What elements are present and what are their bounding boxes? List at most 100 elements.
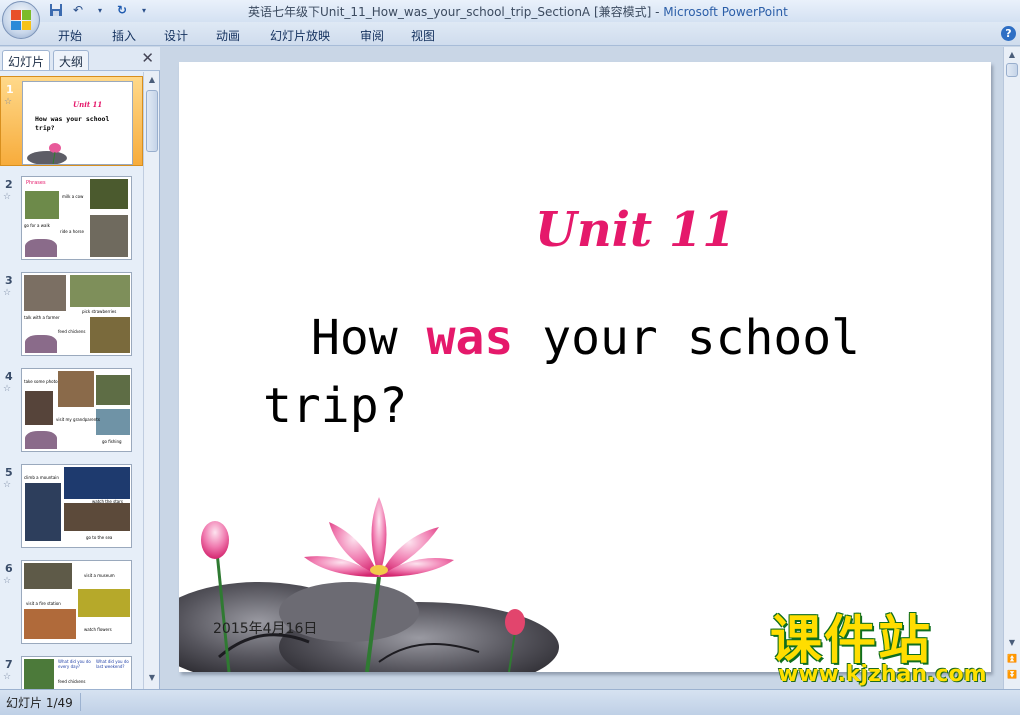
thumb-photo [58,371,94,407]
watermark-url: www.kjzhan.com [778,662,987,687]
tab-insert[interactable]: 插入 [112,27,136,44]
slide-thumbnail-6[interactable]: 6 ☆ visit a museum visit a fire station … [0,556,143,646]
tab-home[interactable]: 开始 [58,27,82,44]
tab-animations[interactable]: 动画 [216,27,240,44]
slide-thumbnail-3[interactable]: 3 ☆ talk with a farmer pick strawberries… [0,268,143,358]
thumb-photo [90,179,128,209]
thumb-label: climb a mountain [24,475,59,480]
slide-title[interactable]: How was your school trip? [263,304,883,440]
previous-slide-icon[interactable]: ⏫ [1006,653,1018,665]
unit-title[interactable]: Unit 11 [535,202,736,258]
thumb-label: go fishing [102,439,122,444]
thumb-lotus-image [25,239,57,257]
thumbnail-preview: climb a mountain watch the stars go to t… [21,464,132,548]
title-highlight-word: was [426,310,514,366]
thumb-photo [96,375,130,405]
office-button[interactable] [2,1,40,39]
slide-thumbnail-2[interactable]: 2 ☆ Phrases milk a cow go for a walk rid… [0,172,143,262]
slide-thumbnail-4[interactable]: 4 ☆ take some photos visit my grandparen… [0,364,143,454]
thumbnail-preview: take some photos visit my grandparents g… [21,368,132,452]
date-text[interactable]: 2015年4月16日 [213,618,317,638]
thumb-photo [90,215,128,257]
thumb-label: visit my grandparents [56,417,100,422]
document-name: 英语七年级下Unit_11_How_was_your_school_trip_S… [248,5,664,19]
slide-number: 3 [5,274,13,287]
thumbnail-preview: talk with a farmer pick strawberries fee… [21,272,132,356]
save-icon[interactable] [48,2,64,18]
animation-star-icon: ☆ [3,576,12,586]
thumb-label: watch the stars [92,499,123,504]
thumb-label: talk with a farmer [24,315,60,320]
animation-star-icon: ☆ [3,480,12,490]
slide-thumbnail-1[interactable]: 1 ☆ Unit 11 How was your school trip? [0,76,143,166]
thumbnail-preview: visit a museum visit a fire station watc… [21,560,132,644]
thumb-label: What did you do every day? [58,659,91,669]
slide-thumbnail-5[interactable]: 5 ☆ climb a mountain watch the stars go … [0,460,143,550]
slide-number: 2 [5,178,13,191]
thumb-photo [24,563,72,589]
redo-icon[interactable]: ↻ [114,2,130,18]
slide-scrollbar[interactable]: ▲ ▼ ⏫ ⏬ [1003,47,1020,689]
thumb-label: go to the sea [86,535,113,540]
tab-slides[interactable]: 幻灯片 [2,50,51,70]
thumb-label: feed chickens [58,679,86,684]
thumb-heading: Phrases [26,180,46,186]
animation-star-icon: ☆ [3,384,12,394]
scroll-down-icon[interactable]: ▼ [1006,637,1018,649]
lotus-illustration [179,497,559,672]
thumb-subtitle: How was your school trip? [35,115,110,132]
animation-star-icon: ☆ [4,97,13,107]
title-text-part: trip? [263,378,408,434]
help-icon[interactable]: ? [1001,26,1016,41]
thumb-photo [96,409,130,435]
thumb-photo [25,483,61,541]
scroll-up-icon[interactable]: ▲ [146,74,158,86]
pane-tab-bar: 幻灯片 大纲 ✕ [0,47,160,71]
thumb-photo [24,609,76,639]
thumb-label: go for a walk [24,223,50,228]
thumbnail-preview: Phrases milk a cow go for a walk ride a … [21,176,132,260]
application-name: Microsoft PowerPoint [663,5,788,19]
title-bar: ↶ ▾ ↻ ▾ 英语七年级下Unit_11_How_was_your_schoo… [0,0,1020,39]
thumb-photo [25,191,59,219]
slide-number: 1 [6,83,14,96]
status-divider [80,693,81,711]
tab-design[interactable]: 设计 [164,27,188,44]
slide-thumbnail-7[interactable]: 7 ☆ What did you do every day? What did … [0,652,143,689]
scrollbar-thumb[interactable] [146,90,158,152]
thumbnail-list: 1 ☆ Unit 11 How was your school trip? 2 … [0,72,143,689]
thumb-label: visit a fire station [26,601,61,606]
thumb-label: take some photos [24,379,60,384]
thumb-photo [70,275,130,307]
animation-star-icon: ☆ [3,192,12,202]
tab-view[interactable]: 视图 [411,27,435,44]
close-pane-icon[interactable]: ✕ [141,49,154,67]
tab-review[interactable]: 审阅 [360,27,384,44]
thumb-photo [64,503,130,531]
undo-dropdown-icon[interactable]: ▾ [92,2,108,18]
slide-number: 6 [5,562,13,575]
thumbnail-scrollbar[interactable]: ▲ ▼ [143,72,159,689]
thumb-photo [24,659,54,689]
thumb-photo [25,391,53,425]
slide-canvas[interactable]: Unit 11 How was your school trip? 2015年4… [179,62,991,672]
thumbnail-preview: What did you do every day? What did you … [21,656,132,689]
undo-icon[interactable]: ↶ [70,2,86,18]
thumb-label: feed chickens [58,329,86,334]
scroll-up-icon[interactable]: ▲ [1006,49,1018,61]
thumb-photo [78,589,130,617]
customize-toolbar-icon[interactable]: ▾ [136,2,152,18]
scroll-down-icon[interactable]: ▼ [146,672,158,684]
thumb-lotus-image [25,431,57,449]
status-bar: 幻灯片 1/49 [0,689,1020,715]
thumb-photo [64,467,130,499]
scrollbar-thumb[interactable] [1006,63,1018,77]
thumb-label: milk a cow [62,194,84,199]
thumb-photo [90,317,130,353]
thumb-label: watch flowers [84,627,112,632]
window-title: 英语七年级下Unit_11_How_was_your_school_trip_S… [248,3,788,20]
tab-slide-show[interactable]: 幻灯片放映 [270,27,330,44]
tab-outline[interactable]: 大纲 [53,50,90,70]
slides-pane: 幻灯片 大纲 ✕ 1 ☆ Unit 11 How was your school… [0,47,160,689]
next-slide-icon[interactable]: ⏬ [1006,669,1018,681]
